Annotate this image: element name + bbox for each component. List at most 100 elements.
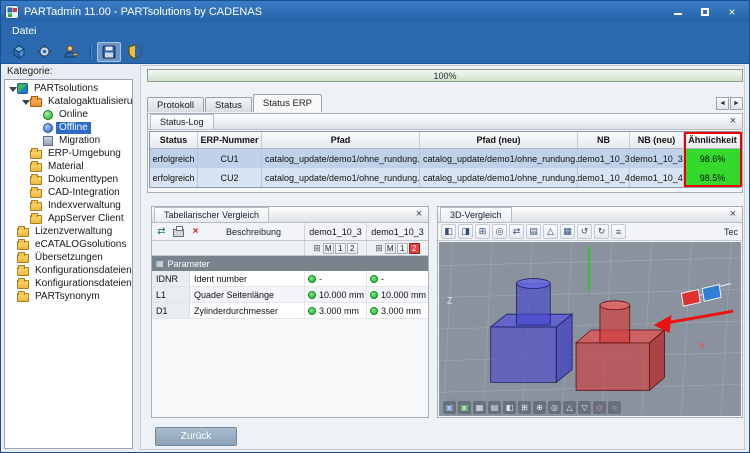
table-compare-tab[interactable]: Tabellarischer Vergleich — [154, 207, 269, 222]
tree-item[interactable]: PARTsolutions — [5, 82, 132, 95]
tree-item[interactable]: Offline — [5, 121, 132, 134]
compare-icon[interactable]: ▦ — [560, 224, 575, 239]
camera-icon[interactable]: ◎ — [548, 401, 561, 414]
column-header: ERP-Nummer — [198, 132, 262, 149]
mode-button[interactable]: M — [323, 243, 334, 254]
tab[interactable]: Status ERP — [253, 94, 322, 112]
tree-item[interactable]: Dokumenttypen — [5, 173, 132, 186]
tree-item[interactable]: Material — [5, 160, 132, 173]
compare-row[interactable]: L1 Quader Seitenlänge 10.000 mm 10.000 m… — [152, 287, 428, 303]
print-icon[interactable] — [171, 224, 186, 239]
param-name: D1 — [152, 303, 190, 318]
cube-green-icon[interactable]: ▣ — [458, 401, 471, 414]
3d-viewport[interactable]: Z X ▣▣▦▤◧⊞⊕◎△▽◇○ — [439, 242, 741, 416]
maximize-button[interactable] — [692, 3, 718, 20]
tree-item[interactable]: Konfigurationsdateien — [5, 264, 132, 277]
tab-scroll-right-icon[interactable]: ► — [730, 97, 743, 110]
user-admin-icon[interactable] — [58, 42, 82, 62]
tree-item[interactable]: AppServer Client — [5, 212, 132, 225]
close-button[interactable]: × — [719, 3, 745, 20]
redo-icon[interactable]: ↻ — [594, 224, 609, 239]
close-icon[interactable]: × — [726, 115, 740, 128]
compare-col1-header[interactable]: demo1_10_3 — [304, 223, 366, 240]
partadmin-window: PARTadmin 11.00 - PARTsolutions by CADEN… — [0, 0, 750, 453]
expander-icon[interactable] — [21, 97, 30, 106]
tree-item[interactable]: Migration — [5, 134, 132, 147]
transfer-icon[interactable]: ⇄ — [154, 224, 169, 239]
security-shield-icon[interactable] — [123, 42, 147, 62]
section-icon: ▦ — [156, 259, 164, 268]
mode-button[interactable]: 2 — [409, 243, 420, 254]
mode-button[interactable]: 1 — [335, 243, 346, 254]
up-view-icon[interactable]: △ — [563, 401, 576, 414]
view3d-tab[interactable]: 3D-Vergleich — [440, 207, 512, 222]
axis-icon[interactable]: ⊕ — [533, 401, 546, 414]
tab[interactable]: Protokoll — [147, 97, 204, 112]
cube-blue-icon[interactable]: ▣ — [443, 401, 456, 414]
front-view-icon[interactable]: ◨ — [458, 224, 473, 239]
close-icon[interactable]: × — [726, 208, 740, 221]
table-row[interactable]: erfolgreich CU1 catalog_update/demo1/ohn… — [150, 149, 740, 168]
status-log-tab[interactable]: Status-Log — [150, 114, 214, 129]
mode-button[interactable]: 2 — [347, 243, 358, 254]
database-icon[interactable] — [6, 42, 30, 62]
diff-red-icon[interactable]: ◇ — [593, 401, 606, 414]
settings-icon[interactable] — [32, 42, 56, 62]
measure-icon[interactable]: △ — [543, 224, 558, 239]
tree-item[interactable]: Konfigurationsdateien (V2 — [5, 277, 132, 290]
app-icon — [5, 5, 19, 19]
tree-item-label: Migration — [56, 135, 103, 147]
mode-button[interactable]: 1 — [397, 243, 408, 254]
title-bar[interactable]: PARTadmin 11.00 - PARTsolutions by CADEN… — [1, 1, 749, 22]
mode-button[interactable]: M — [385, 243, 396, 254]
save-icon[interactable] — [97, 42, 121, 62]
tree-item-label: eCATALOGsolutions — [32, 239, 129, 251]
tree-item[interactable]: Katalogaktualisierung — [5, 95, 132, 108]
expander-icon[interactable] — [8, 84, 17, 93]
tree-item[interactable]: PARTsynonym — [5, 290, 132, 303]
tree-item-label: CAD-Integration — [45, 187, 123, 199]
progress-bar: 100% — [147, 69, 743, 82]
grid-icon[interactable]: ⊞ — [518, 401, 531, 414]
tab[interactable]: Status — [205, 97, 252, 112]
delete-icon[interactable]: × — [188, 224, 203, 239]
shaded-icon[interactable]: ▤ — [488, 401, 501, 414]
down-view-icon[interactable]: ▽ — [578, 401, 591, 414]
fit-view-icon[interactable]: ⊞ — [475, 224, 490, 239]
folder-open-icon — [30, 98, 42, 107]
folder-icon — [30, 176, 42, 185]
tree-item[interactable]: eCATALOGsolutions — [5, 238, 132, 251]
minimize-button[interactable] — [665, 3, 691, 20]
tree-item[interactable]: CAD-Integration — [5, 186, 132, 199]
cell-nb-neu: demo1_10_4 — [630, 168, 684, 187]
isometric-view-icon[interactable]: ◧ — [441, 224, 456, 239]
menu-datei[interactable]: Datei — [5, 24, 44, 38]
zoom-icon[interactable]: ◎ — [492, 224, 507, 239]
back-button[interactable]: Zurück — [155, 427, 237, 446]
compare-row[interactable]: D1 Zylinderdurchmesser 3.000 mm 3.000 mm — [152, 303, 428, 319]
section-icon[interactable]: ▤ — [526, 224, 541, 239]
undo-icon[interactable]: ↺ — [577, 224, 592, 239]
online-icon — [43, 110, 53, 120]
parameter-section-row[interactable]: ▦ Parameter — [152, 256, 428, 271]
wireframe-icon[interactable]: ▦ — [473, 401, 486, 414]
tree-item-label: Katalogaktualisierung — [45, 96, 133, 108]
transparency-icon[interactable]: ◧ — [503, 401, 516, 414]
column-header: NB — [578, 132, 630, 149]
close-icon[interactable]: × — [412, 208, 426, 221]
settings-icon[interactable]: ≡ — [611, 224, 626, 239]
tree-item[interactable]: ERP-Umgebung — [5, 147, 132, 160]
info-teal-icon[interactable]: ○ — [608, 401, 621, 414]
pan-icon[interactable]: ⇄ — [509, 224, 524, 239]
value-col2: 10.000 mm — [381, 290, 426, 300]
compare-row[interactable]: IDNR Ident number - - — [152, 271, 428, 287]
table-row[interactable]: erfolgreich CU2 catalog_update/demo1/ohn… — [150, 168, 740, 187]
tree-item[interactable]: Übersetzungen — [5, 251, 132, 264]
compare-col2-header[interactable]: demo1_10_3 — [366, 223, 428, 240]
tree-item[interactable]: Indexverwaltung — [5, 199, 132, 212]
cell-aehnlichkeit: 98.5% — [684, 168, 742, 187]
tab-scroll-left-icon[interactable]: ◄ — [716, 97, 729, 110]
folder-icon — [17, 267, 29, 276]
tree-item[interactable]: Lizenzverwaltung — [5, 225, 132, 238]
tree-item[interactable]: Online — [5, 108, 132, 121]
